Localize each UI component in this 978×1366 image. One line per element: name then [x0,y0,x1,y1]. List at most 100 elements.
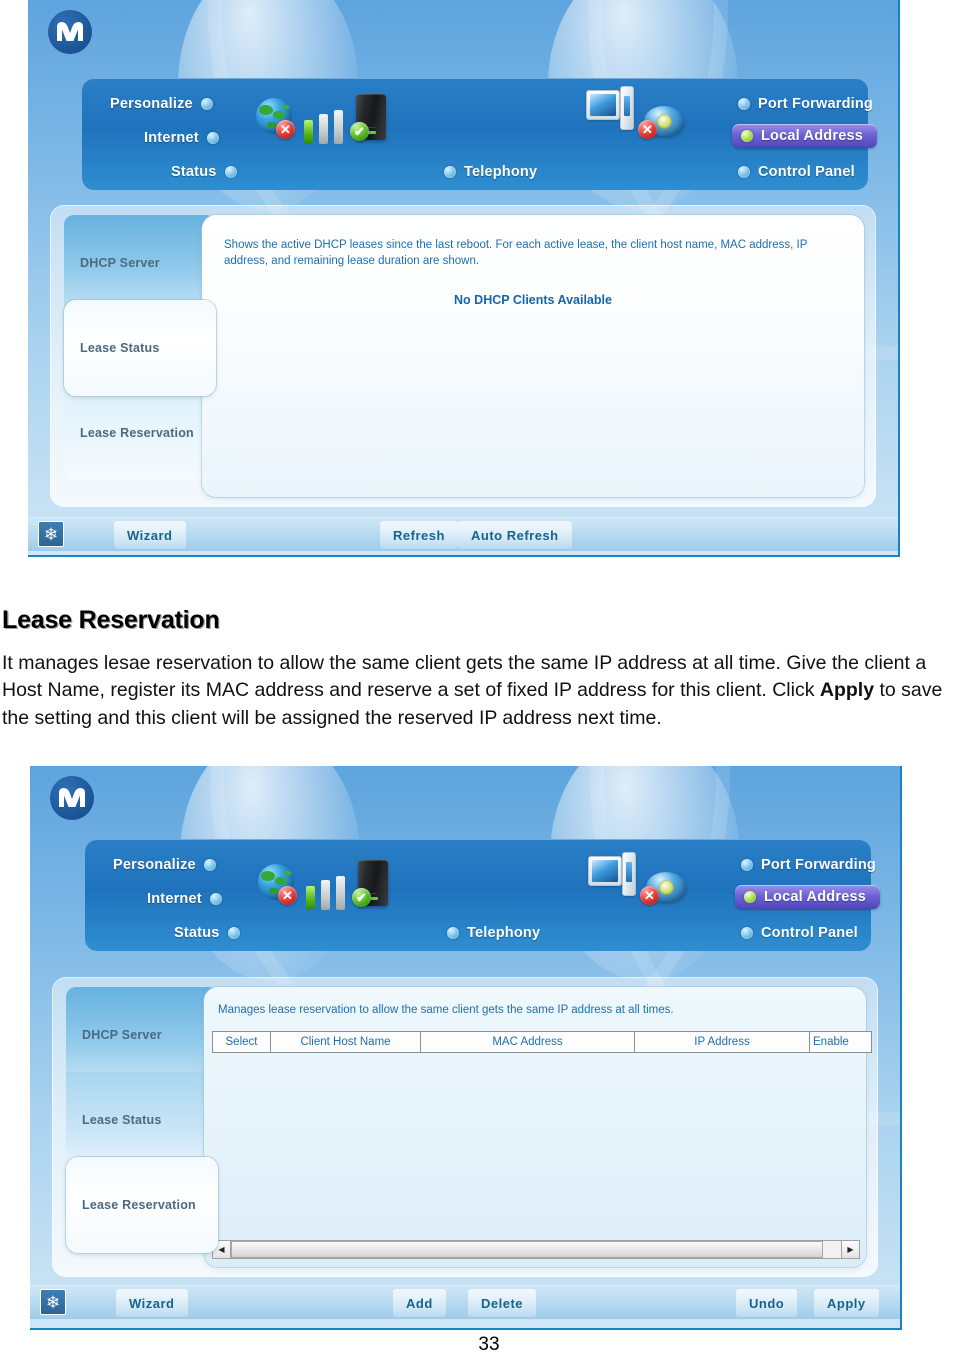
tab-dhcp-server[interactable]: DHCP Server [66,987,218,1083]
nav-item-control-panel[interactable]: Control Panel [741,925,858,941]
nav-item-internet[interactable]: Internet [147,891,222,907]
undo-button[interactable]: Undo [736,1289,798,1317]
led-indicator-icon [447,927,459,939]
led-indicator-icon [209,893,222,905]
document-page: Personalize Internet Status Telephony Po… [0,0,978,1366]
nav-item-local-address[interactable]: Local Address [732,124,877,148]
signal-bar-1-icon [304,120,313,144]
content-panel: Shows the active DHCP leases since the l… [202,215,864,497]
add-button[interactable]: Add [393,1289,446,1317]
nav-item-internet[interactable]: Internet [144,130,219,146]
panel-description: Manages lease reservation to allow the s… [218,1004,674,1016]
nav-label-telephony: Telephony [467,925,541,941]
page-paragraph: It manages lesae reservation to allow th… [2,650,962,734]
monitor-icon [586,90,620,120]
led-indicator-icon [741,927,753,939]
led-indicator-icon [444,166,456,178]
nav-label-telephony: Telephony [464,164,538,180]
auto-refresh-button[interactable]: Auto Refresh [458,521,572,549]
led-indicator-icon [227,927,240,939]
footer-toolbar: ❄ Wizard Refresh Auto Refresh [28,517,898,551]
column-header-mac-address: MAC Address [421,1032,635,1052]
nav-item-personalize[interactable]: Personalize [110,96,213,112]
nav-label-status: Status [174,925,220,941]
nav-item-telephony[interactable]: Telephony [447,925,540,941]
nav-item-control-panel[interactable]: Control Panel [738,164,855,180]
column-header-enable: Enable [813,1036,849,1048]
led-indicator-icon [224,166,237,178]
led-indicator-icon [200,98,213,110]
snowflake-icon[interactable]: ❄ [38,521,64,547]
page-heading: Lease Reservation [2,605,220,634]
nav-item-status[interactable]: Status [174,925,240,941]
nav-item-port-forwarding[interactable]: Port Forwarding [741,857,876,873]
computer-tower-icon [620,86,634,130]
monitor-icon [588,856,622,886]
snowflake-icon[interactable]: ❄ [40,1289,66,1315]
tab-lease-status[interactable]: Lease Status [64,300,216,396]
nav-label-control-panel: Control Panel [758,164,855,180]
led-indicator-icon [206,132,219,144]
nav-item-personalize[interactable]: Personalize [113,857,216,873]
scrollbar-track[interactable] [231,1240,841,1259]
nav-label-port-forwarding: Port Forwarding [761,857,876,873]
panel-description: Shows the active DHCP leases since the l… [224,239,808,268]
tab-column: DHCP Server Lease Status Lease Reservati… [66,987,218,1267]
apply-button[interactable]: Apply [814,1289,879,1317]
led-indicator-icon [738,98,750,110]
panel-body: DHCP Server Lease Status Lease Reservati… [52,977,878,1277]
nav-item-local-address[interactable]: Local Address [735,885,880,909]
tab-dhcp-server[interactable]: DHCP Server [64,215,216,311]
column-header-select: Select [213,1032,271,1052]
signal-bar-1-icon [306,886,315,910]
local-network-cluster: ✕ [586,84,716,154]
tab-label-dhcp-server: DHCP Server [82,1028,162,1042]
no-clients-message: No DHCP Clients Available [454,293,612,307]
internet-status-cluster: ✕ ✔ [256,86,426,156]
tab-lease-status[interactable]: Lease Status [66,1072,218,1168]
refresh-button[interactable]: Refresh [380,521,458,549]
led-indicator-green-icon [741,130,753,142]
local-network-cluster: ✕ [588,850,718,920]
red-x-badge-icon: ✕ [638,120,657,139]
green-check-badge-icon: ✔ [352,888,371,907]
paragraph-bold-apply: Apply [819,679,875,702]
paragraph-text-part1: It manages lesae reservation to allow th… [2,651,927,702]
nav-label-internet: Internet [144,130,199,146]
nav-item-telephony[interactable]: Telephony [444,164,537,180]
nav-label-internet: Internet [147,891,202,907]
motorola-logo-icon [48,10,92,54]
internet-status-cluster: ✕ ✔ [258,852,428,922]
router-header: Personalize Internet Status Telephony Po… [30,766,900,1126]
signal-bar-2-icon [321,880,330,910]
column-header-client-host-name: Client Host Name [271,1032,421,1052]
red-x-badge-icon: ✕ [276,120,295,139]
reservation-table-header: Select Client Host Name MAC Address IP A… [212,1031,872,1053]
nav-label-local-address: Local Address [764,889,866,905]
tab-lease-reservation[interactable]: Lease Reservation [66,1157,218,1253]
red-x-badge-icon: ✕ [640,886,659,905]
tab-lease-reservation[interactable]: Lease Reservation [64,385,216,481]
tab-label-lease-status: Lease Status [82,1113,162,1127]
wizard-button[interactable]: Wizard [114,521,186,549]
main-nav-bar: Personalize Internet Status Telephony Po… [82,78,877,190]
signal-bar-3-icon [334,110,343,144]
nav-label-personalize: Personalize [113,857,196,873]
delete-button[interactable]: Delete [468,1289,537,1317]
wizard-button[interactable]: Wizard [116,1289,188,1317]
signal-bar-3-icon [336,876,345,910]
nav-label-port-forwarding: Port Forwarding [758,96,873,112]
tab-label-lease-reservation: Lease Reservation [82,1198,196,1212]
led-indicator-green-icon [744,891,756,903]
led-indicator-icon [741,859,753,871]
nav-item-status[interactable]: Status [171,164,237,180]
led-indicator-icon [203,859,216,871]
nav-item-port-forwarding[interactable]: Port Forwarding [738,96,873,112]
content-panel: Manages lease reservation to allow the s… [204,987,872,1267]
horizontal-scrollbar[interactable]: ◀ ▶ [212,1240,860,1259]
red-x-badge-icon: ✕ [278,886,297,905]
router-ui-screenshot-lease-reservation: Personalize Internet Status Telephony Po… [30,766,902,1330]
main-nav-bar: Personalize Internet Status Telephony Po… [85,839,880,951]
scroll-right-arrow-icon[interactable]: ▶ [841,1240,860,1259]
scrollbar-thumb[interactable] [231,1241,823,1258]
